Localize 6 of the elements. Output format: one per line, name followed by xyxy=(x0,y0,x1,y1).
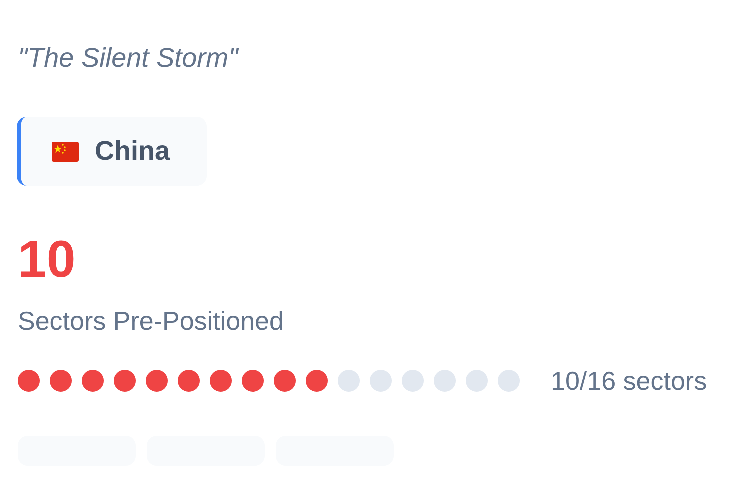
sector-count: 10 xyxy=(18,230,77,290)
country-name: China xyxy=(95,136,170,167)
flag-icon xyxy=(52,142,79,162)
count-label: Sectors Pre-Positioned xyxy=(18,305,285,338)
sectors-reading: 10/16 sectors xyxy=(551,365,708,398)
subtitle: "The Silent Storm" xyxy=(18,42,240,75)
